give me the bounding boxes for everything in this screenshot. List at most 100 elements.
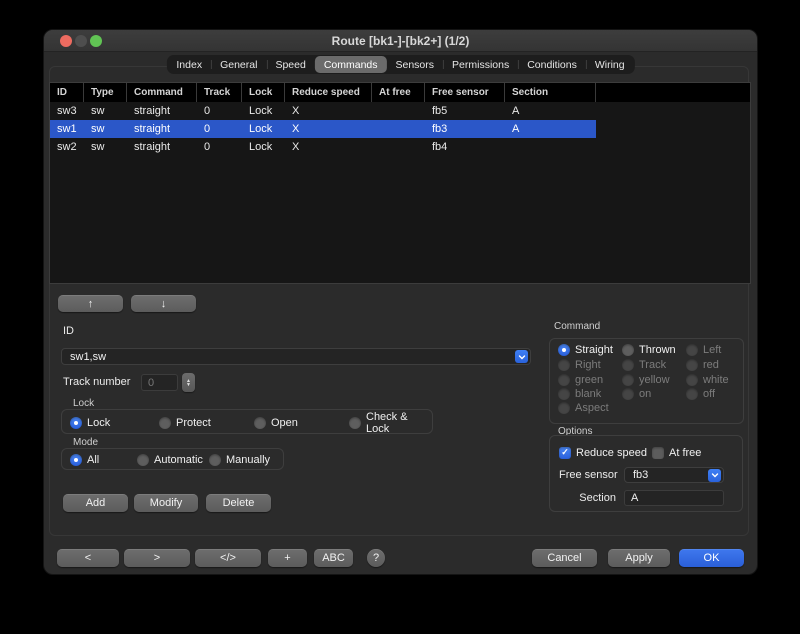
column-header-free-sensor[interactable]: Free sensor <box>425 83 505 102</box>
column-header-type[interactable]: Type <box>84 83 127 102</box>
move-down-button[interactable]: ↓ <box>131 295 196 312</box>
table-cell <box>372 138 425 156</box>
add-button[interactable]: Add <box>63 494 128 512</box>
cancel-button[interactable]: Cancel <box>532 549 597 567</box>
radio-icon <box>622 388 634 400</box>
radio-white: white <box>686 373 729 386</box>
radio-icon <box>558 402 570 414</box>
radio-straight[interactable]: Straight <box>558 343 613 356</box>
radio-icon <box>70 417 82 429</box>
radio-all[interactable]: All <box>70 453 99 466</box>
table-row-selected[interactable]: sw1 sw straight 0 Lock X fb3 A <box>50 120 596 138</box>
radio-lock[interactable]: Lock <box>70 416 110 429</box>
radio-thrown[interactable]: Thrown <box>622 343 676 356</box>
arrow-up-icon: ↑ <box>88 298 94 310</box>
xml-code-button[interactable]: </> <box>195 549 261 567</box>
radio-icon <box>622 344 634 356</box>
column-header-section[interactable]: Section <box>505 83 596 102</box>
radio-blank: blank <box>558 387 601 400</box>
checkbox-checked-icon: ✓ <box>559 447 571 459</box>
tab-sensors[interactable]: Sensors <box>387 56 444 73</box>
id-combobox[interactable]: sw1,sw <box>61 348 531 365</box>
section-field[interactable]: A <box>624 490 724 506</box>
column-header-reduce-speed[interactable]: Reduce speed <box>285 83 372 102</box>
chevron-down-icon[interactable] <box>515 350 528 363</box>
track-number-field[interactable]: 0 <box>141 374 178 391</box>
title-bar: Route [bk1-]-[bk2+] (1/2) <box>44 30 757 52</box>
at-free-checkbox[interactable]: At free <box>652 446 701 459</box>
next-button[interactable]: > <box>124 549 190 567</box>
delete-button[interactable]: Delete <box>206 494 271 512</box>
column-header-track[interactable]: Track <box>197 83 242 102</box>
tab-speed[interactable]: Speed <box>266 56 314 73</box>
table-cell: sw1 <box>50 120 84 138</box>
tab-commands[interactable]: Commands <box>315 56 387 73</box>
chevron-down-icon[interactable] <box>708 469 721 482</box>
free-sensor-value: fb3 <box>625 469 708 481</box>
column-header-id[interactable]: ID <box>50 83 84 102</box>
apply-button[interactable]: Apply <box>608 549 670 567</box>
modify-button[interactable]: Modify <box>134 494 198 512</box>
table-cell: sw <box>84 138 127 156</box>
radio-manually[interactable]: Manually <box>209 453 270 466</box>
checkbox-unchecked-icon <box>652 447 664 459</box>
table-cell <box>372 120 425 138</box>
options-group: ✓Reduce speed At free Free sensor fb3 Se… <box>549 435 743 512</box>
tab-permissions[interactable]: Permissions <box>443 56 518 73</box>
table-cell: straight <box>127 102 197 120</box>
help-button[interactable]: ? <box>367 549 385 567</box>
radio-off: off <box>686 387 715 400</box>
table-cell: fb4 <box>425 138 505 156</box>
table-cell: sw <box>84 102 127 120</box>
radio-open[interactable]: Open <box>254 416 298 429</box>
move-up-button[interactable]: ↑ <box>58 295 123 312</box>
table-cell: Lock <box>242 120 285 138</box>
radio-green: green <box>558 373 603 386</box>
column-header-command[interactable]: Command <box>127 83 197 102</box>
abc-button[interactable]: ABC <box>314 549 353 567</box>
reduce-speed-checkbox[interactable]: ✓Reduce speed <box>559 446 647 459</box>
radio-protect[interactable]: Protect <box>159 416 211 429</box>
radio-track: Track <box>622 358 666 371</box>
table-cell: 0 <box>197 102 242 120</box>
radio-icon <box>686 374 698 386</box>
track-number-stepper[interactable]: ▲▼ <box>182 373 195 392</box>
table-cell: sw <box>84 120 127 138</box>
table-cell: sw2 <box>50 138 84 156</box>
radio-icon <box>558 388 570 400</box>
arrow-down-icon: ↓ <box>161 298 167 310</box>
table-cell: A <box>505 120 596 138</box>
column-header-at-free[interactable]: At free <box>372 83 425 102</box>
tab-general[interactable]: General <box>211 56 266 73</box>
table-cell: 0 <box>197 120 242 138</box>
tab-wiring[interactable]: Wiring <box>586 56 634 73</box>
table-row[interactable]: sw3 sw straight 0 Lock X fb5 A <box>50 102 596 120</box>
ok-button[interactable]: OK <box>679 549 744 567</box>
zoom-window-button[interactable] <box>90 35 102 47</box>
plus-button[interactable]: + <box>268 549 307 567</box>
radio-icon <box>622 359 634 371</box>
column-header-lock[interactable]: Lock <box>242 83 285 102</box>
tab-index[interactable]: Index <box>167 56 211 73</box>
lock-group: Lock Protect Open Check & Lock <box>61 409 433 434</box>
radio-icon <box>558 344 570 356</box>
free-sensor-combobox[interactable]: fb3 <box>624 467 724 483</box>
minimize-window-button[interactable] <box>75 35 87 47</box>
prev-button[interactable]: < <box>57 549 119 567</box>
close-window-button[interactable] <box>60 35 72 47</box>
radio-check-and-lock[interactable]: Check & Lock <box>349 416 432 429</box>
radio-icon <box>558 374 570 386</box>
table-cell: fb5 <box>425 102 505 120</box>
radio-icon <box>349 417 361 429</box>
radio-right: Right <box>558 358 601 371</box>
radio-icon <box>254 417 266 429</box>
table-cell: sw3 <box>50 102 84 120</box>
radio-automatic[interactable]: Automatic <box>137 453 203 466</box>
route-dialog-window: Route [bk1-]-[bk2+] (1/2) Index General … <box>43 29 758 575</box>
radio-icon <box>622 374 634 386</box>
tab-conditions[interactable]: Conditions <box>518 56 586 73</box>
table-cell: Lock <box>242 102 285 120</box>
tab-bar: Index General Speed Commands Sensors Per… <box>166 55 634 74</box>
table-row[interactable]: sw2 sw straight 0 Lock X fb4 <box>50 138 596 156</box>
radio-icon <box>558 359 570 371</box>
